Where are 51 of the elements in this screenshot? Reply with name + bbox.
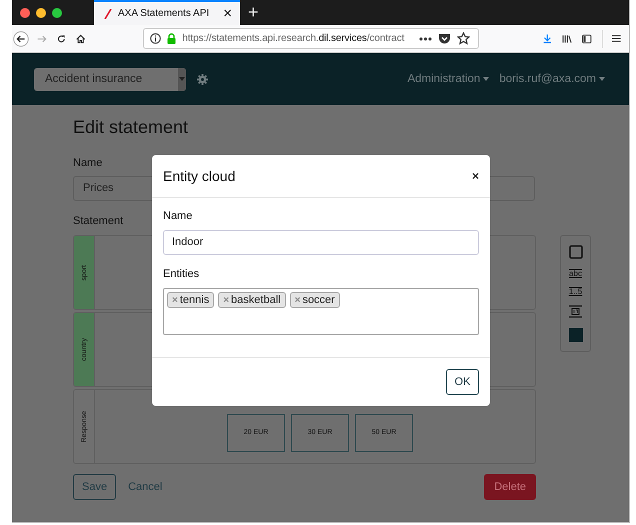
field-label: Name [73, 157, 104, 169]
minimize-window-icon[interactable] [36, 8, 46, 18]
library-icon[interactable] [562, 32, 572, 44]
menu-icon[interactable] [612, 33, 621, 44]
field-label: Name [163, 210, 194, 222]
save-button[interactable]: Save [73, 474, 116, 500]
slash-logo-icon [104, 8, 112, 18]
entities-field[interactable]: × tennis × basketball × soccer [163, 288, 479, 335]
text-tool[interactable]: abc [569, 268, 582, 278]
caret-icon [599, 77, 605, 81]
field-label: Statement [73, 215, 124, 227]
close-button[interactable]: × [472, 169, 479, 183]
remove-tag-button[interactable]: × [223, 294, 230, 306]
range-tool[interactable]: 1..5 [568, 286, 582, 296]
sidebar-icon[interactable] [582, 32, 592, 44]
nav-dropdown[interactable]: Administration [407, 73, 490, 85]
product-select[interactable]: Accident insurance [34, 68, 186, 90]
new-tab-button[interactable]: + [248, 2, 259, 23]
tag-label: soccer [302, 294, 335, 306]
dialog-title: Entity cloud [163, 168, 236, 184]
home-icon[interactable] [76, 32, 86, 44]
close-window-icon[interactable] [20, 8, 30, 18]
field-label: Entities [163, 268, 200, 280]
remove-tag-button[interactable]: × [294, 294, 300, 306]
remove-tag-button[interactable]: × [172, 294, 178, 306]
caret-icon [179, 77, 185, 81]
info-icon [150, 33, 162, 44]
address-bar[interactable]: https://statements.api.research.dil.services/contract [143, 28, 480, 49]
url-text: https://statements.api.research.dil.services/contract [182, 33, 406, 44]
page-title: Edit statement [73, 117, 190, 138]
lock-icon [167, 33, 176, 44]
browser-tab[interactable]: AXA Statements API × [94, 0, 240, 25]
square-icon[interactable] [568, 245, 582, 260]
more-icon[interactable] [419, 36, 432, 40]
star-icon[interactable] [457, 32, 470, 45]
maximize-window-icon[interactable] [52, 8, 62, 18]
delete-button[interactable]: Delete [484, 474, 536, 500]
cancel-button[interactable]: Cancel [122, 480, 168, 494]
close-tab-button[interactable]: × [223, 6, 232, 21]
color-swatch-icon[interactable] [568, 328, 582, 342]
tag-label: tennis [180, 294, 210, 306]
reload-icon[interactable] [57, 32, 66, 44]
caret-icon [483, 77, 490, 81]
nav-dropdown[interactable]: boris.ruf@axa.com [499, 73, 605, 85]
ok-button[interactable]: OK [446, 369, 479, 395]
calendar-icon[interactable] [569, 305, 582, 318]
pocket-icon[interactable] [438, 32, 452, 44]
tag-label: basketball [231, 294, 281, 306]
settings-icon[interactable] [197, 74, 208, 84]
download-icon[interactable] [543, 32, 552, 45]
name-field[interactable]: Indoor [163, 230, 479, 255]
